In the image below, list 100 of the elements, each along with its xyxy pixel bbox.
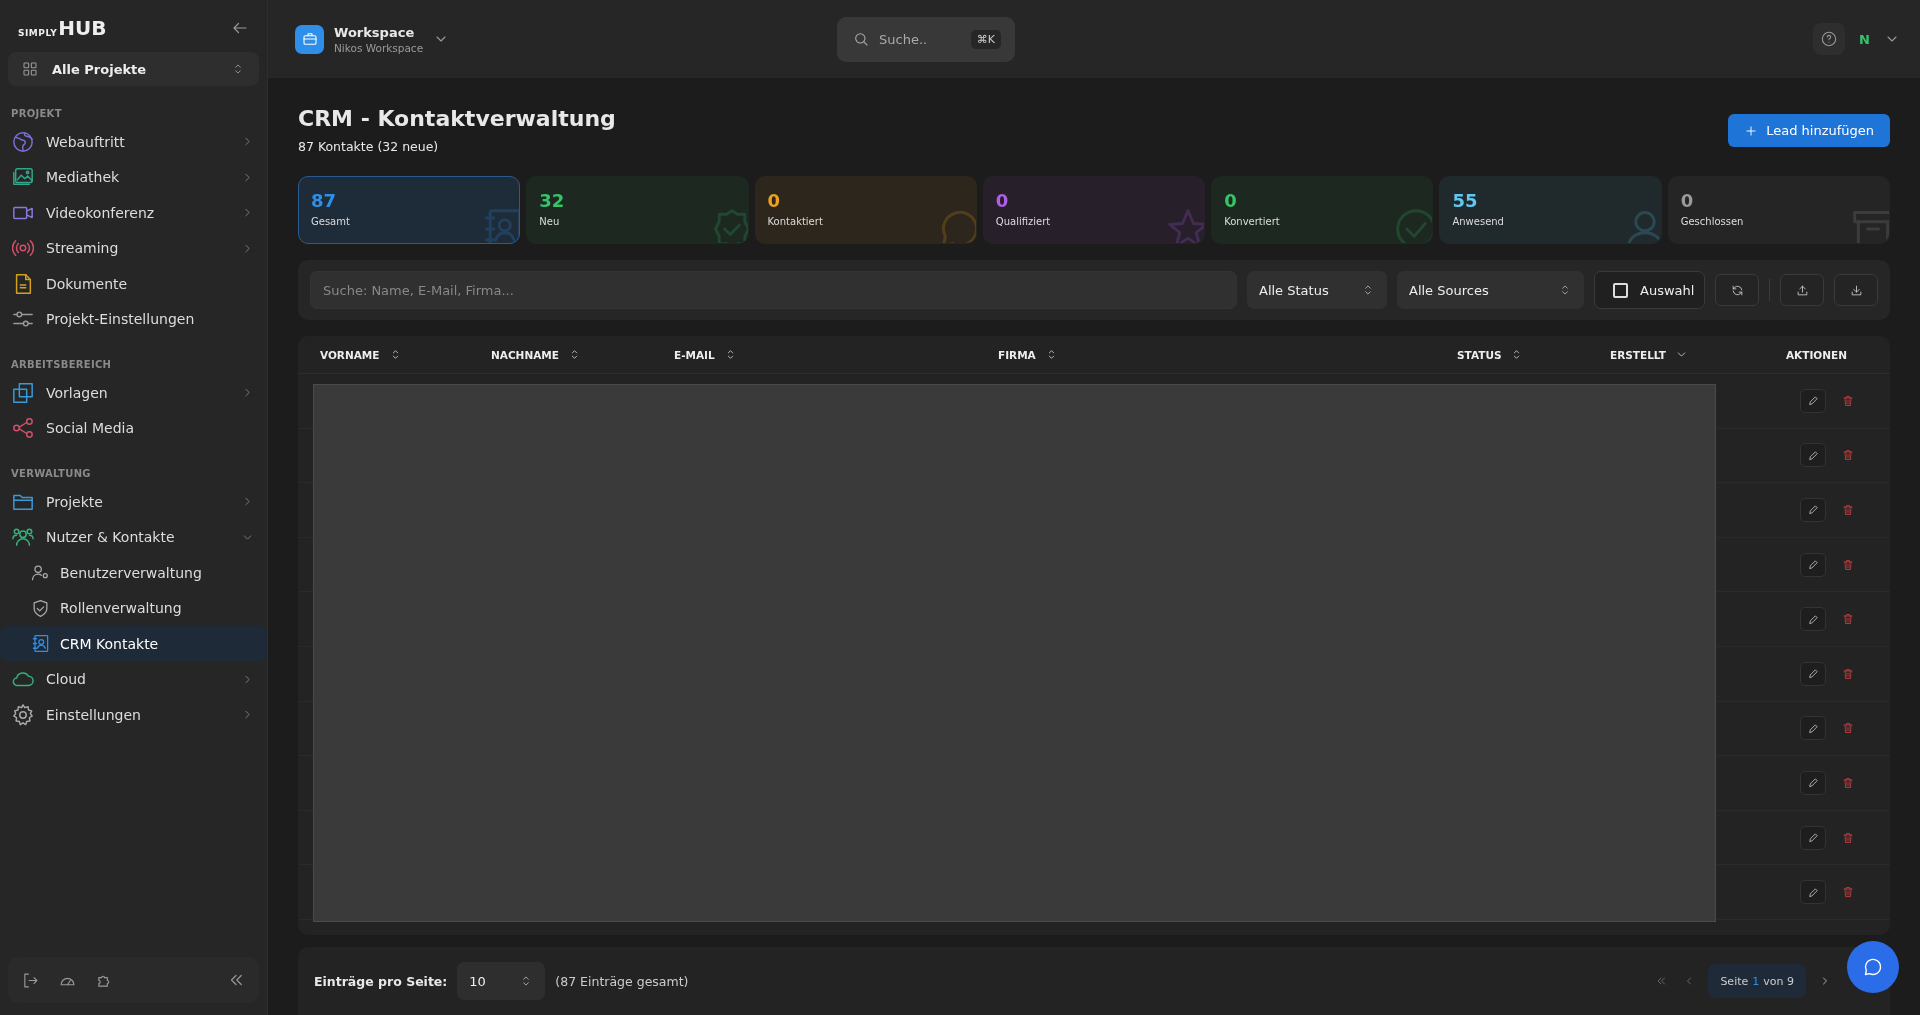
stat-value: 0 — [767, 190, 782, 211]
nav-item[interactable]: Rollenverwaltung — [0, 590, 267, 626]
section-heading: VERWALTUNG — [10, 468, 92, 479]
nav-item[interactable]: Videokonferenz — [0, 195, 267, 231]
add-lead-button[interactable]: Lead hinzufügen — [1728, 114, 1890, 147]
stat-label: Qualifiziert — [995, 216, 1052, 227]
pencil-icon — [1807, 395, 1819, 407]
shield-icon — [31, 598, 50, 618]
edit-button[interactable] — [1800, 443, 1826, 468]
globe-icon — [12, 130, 34, 153]
nav-item[interactable]: Streaming — [0, 230, 267, 266]
stat-card[interactable]: 0 Geschlossen — [1667, 176, 1890, 244]
stat-value: 32 — [539, 190, 566, 211]
pencil-icon — [1807, 668, 1819, 680]
user-initial[interactable]: N — [1859, 31, 1870, 47]
workspace-subtitle: Nikos Workspace — [334, 41, 424, 54]
nav-item[interactable]: Webauftritt — [0, 124, 267, 160]
briefcase-icon — [301, 31, 318, 47]
stat-value: 0 — [1680, 190, 1695, 211]
stat-card[interactable]: 32 Neu — [526, 176, 749, 244]
stat-value: 87 — [311, 190, 338, 211]
column-header[interactable]: FIRMA — [998, 348, 1457, 361]
column-header[interactable]: E-MAIL — [674, 348, 998, 361]
status-dropdown[interactable]: Alle Status — [1247, 271, 1387, 309]
column-header[interactable]: VORNAME — [320, 348, 491, 361]
contact-book-icon — [31, 634, 50, 654]
pencil-icon — [1807, 777, 1819, 789]
pencil-icon — [1807, 722, 1819, 734]
search-field[interactable]: Suche.. ⌘K — [837, 16, 1015, 62]
stat-card[interactable]: 87 Gesamt — [298, 176, 521, 244]
column-header[interactable]: STATUS — [1457, 348, 1610, 361]
nav-item[interactable]: Social Media — [0, 410, 267, 446]
pencil-icon — [1807, 832, 1819, 844]
pencil-icon — [1807, 504, 1819, 516]
edit-button[interactable] — [1800, 607, 1826, 632]
per-page-label: Einträge pro Seite: — [314, 973, 448, 989]
upload-icon — [1795, 283, 1809, 297]
download-icon — [1849, 283, 1863, 297]
double-chevron-left-icon — [1655, 975, 1668, 987]
share-icon — [12, 417, 34, 440]
column-header[interactable]: NACHNAME — [491, 348, 674, 361]
edit-button[interactable] — [1800, 770, 1826, 795]
trash-icon — [1842, 776, 1854, 789]
stat-card[interactable]: 0 Qualifiziert — [982, 176, 1206, 244]
help-button[interactable] — [1813, 23, 1846, 55]
star-icon — [1166, 207, 1205, 243]
section-heading: PROJEKT — [10, 108, 63, 119]
edit-button[interactable] — [1800, 388, 1826, 413]
refresh-button[interactable] — [1715, 274, 1759, 306]
per-page-dropdown[interactable]: 10 — [457, 962, 546, 1000]
contact-count: 87 Kontakte (32 neue) — [298, 139, 440, 154]
nav-item[interactable]: CRM Kontakte — [0, 626, 267, 662]
page-title: CRM - Kontaktverwaltung — [298, 106, 616, 131]
edit-button[interactable] — [1800, 661, 1826, 686]
upload-button[interactable] — [1780, 274, 1824, 306]
help-icon — [1821, 31, 1838, 47]
nav-item[interactable]: Vorlagen — [0, 375, 267, 411]
pencil-icon — [1807, 613, 1819, 625]
nav-item[interactable]: Projekt-Einstellungen — [0, 301, 267, 337]
nav-item[interactable]: Benutzerverwaltung — [0, 555, 267, 591]
selection-toggle[interactable]: Auswahl — [1594, 271, 1705, 309]
column-header: AKTIONEN — [1785, 348, 1848, 361]
copy-icon — [12, 381, 34, 404]
stat-label: Anwesend — [1452, 216, 1505, 227]
entries-total: (87 Einträge gesamt) — [555, 973, 689, 989]
project-dropdown[interactable]: Alle Projekte — [8, 52, 259, 86]
stat-card[interactable]: 0 Konvertiert — [1211, 176, 1434, 244]
search-icon — [853, 31, 869, 47]
gear-icon — [12, 703, 34, 726]
edit-button[interactable] — [1800, 825, 1826, 850]
trash-icon — [1842, 449, 1854, 462]
workspace-title[interactable]: Workspace — [334, 24, 424, 40]
search-field[interactable]: Suche: Name, E-Mail, Firma... — [310, 271, 1237, 309]
nav-item[interactable]: Mediathek — [0, 159, 267, 195]
nav-item[interactable]: Einstellungen — [0, 697, 267, 733]
chat-button[interactable] — [1847, 941, 1899, 993]
trash-icon — [1842, 394, 1854, 407]
trash-icon — [1842, 667, 1854, 680]
logout-icon[interactable] — [22, 971, 39, 989]
pencil-icon — [1807, 886, 1819, 898]
nav-item[interactable]: Projekte — [0, 484, 267, 520]
source-dropdown[interactable]: Alle Sources — [1397, 271, 1584, 309]
nav-item[interactable]: Cloud — [0, 661, 267, 697]
trash-icon — [1842, 558, 1854, 571]
trash-icon — [1842, 831, 1854, 844]
download-button[interactable] — [1834, 274, 1878, 306]
stat-value: 0 — [1224, 190, 1238, 211]
edit-button[interactable] — [1800, 552, 1826, 577]
users-icon — [12, 526, 34, 549]
stat-card[interactable]: 0 Kontaktiert — [754, 176, 977, 244]
edit-button[interactable] — [1800, 498, 1826, 522]
nav-item[interactable]: Dokumente — [0, 266, 267, 302]
column-header[interactable]: ERSTELLT — [1610, 348, 1765, 361]
stat-card[interactable]: 55 Anwesend — [1439, 176, 1662, 244]
pencil-icon — [1807, 449, 1819, 461]
edit-button[interactable] — [1800, 716, 1826, 741]
edit-button[interactable] — [1800, 880, 1826, 905]
shortcut-key: ⌘K — [970, 29, 1001, 49]
stat-label: Geschlossen — [1680, 216, 1745, 227]
nav-item[interactable]: Nutzer & Kontakte — [0, 519, 267, 555]
